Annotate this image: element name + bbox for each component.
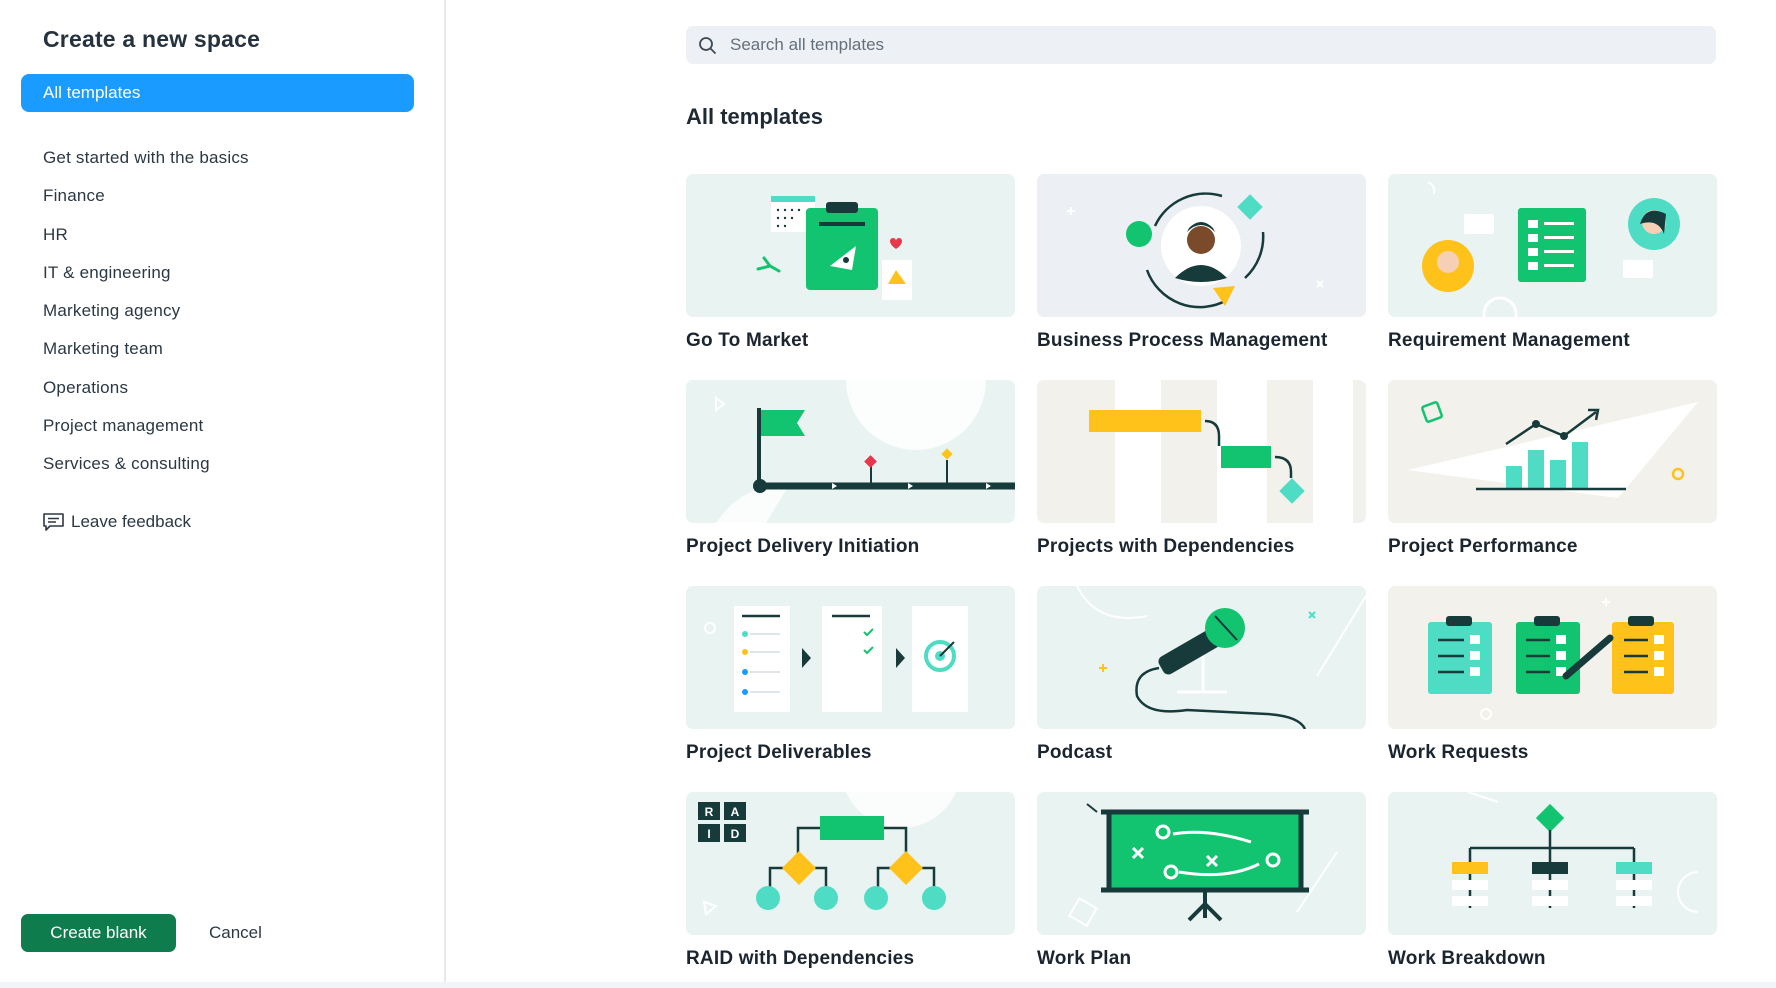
sidebar-item-project-management[interactable]: Project management [43, 416, 249, 454]
work-plan-illustration [1037, 792, 1366, 935]
template-card-projects-dependencies[interactable]: Projects with Dependencies [1037, 380, 1366, 558]
work-requests-illustration [1388, 586, 1717, 729]
sidebar-item-hr[interactable]: HR [43, 225, 249, 263]
template-title: Go To Market [686, 330, 809, 351]
raid-letter-r: R [705, 805, 714, 819]
requirement-management-illustration [1388, 174, 1717, 317]
podcast-illustration [1037, 586, 1366, 729]
sidebar-item-all-templates[interactable]: All templates [21, 74, 414, 112]
project-delivery-illustration [686, 380, 1015, 523]
template-title: Requirement Management [1388, 330, 1630, 351]
search-bar [686, 26, 1716, 64]
template-title: Project Performance [1388, 536, 1578, 557]
business-process-illustration [1037, 174, 1366, 317]
raid-letter-i: I [707, 827, 710, 841]
template-title: Work Plan [1037, 948, 1132, 969]
template-card-business-process[interactable]: Business Process Management [1037, 174, 1366, 352]
raid-dependencies-illustration: R A I D [686, 792, 1015, 935]
template-card-raid-dependencies[interactable]: R A I D RAID with Dependencies [686, 792, 1015, 970]
sidebar-item-marketing-team[interactable]: Marketing team [43, 339, 249, 377]
sidebar-item-finance[interactable]: Finance [43, 186, 249, 224]
search-icon [699, 37, 716, 54]
template-card-project-delivery[interactable]: Project Delivery Initiation [686, 380, 1015, 558]
template-card-go-to-market[interactable]: Go To Market [686, 174, 1015, 352]
template-card-work-breakdown[interactable]: Work Breakdown [1388, 792, 1717, 970]
raid-letter-d: D [731, 827, 740, 841]
leave-feedback-link[interactable]: Leave feedback [42, 512, 191, 532]
sidebar-item-operations[interactable]: Operations [43, 378, 249, 416]
template-title: Work Requests [1388, 742, 1529, 763]
project-deliverables-illustration [686, 586, 1015, 729]
template-title: Business Process Management [1037, 330, 1328, 351]
template-card-work-requests[interactable]: Work Requests [1388, 586, 1717, 764]
template-card-podcast[interactable]: Podcast [1037, 586, 1366, 764]
template-card-project-deliverables[interactable]: Project Deliverables [686, 586, 1015, 764]
template-title: Project Deliverables [686, 742, 872, 763]
template-title: Podcast [1037, 742, 1113, 763]
bottom-edge [0, 982, 1776, 988]
dialog-title: Create a new space [43, 26, 261, 52]
category-list: Get started with the basics Finance HR I… [43, 148, 249, 493]
feedback-icon [43, 513, 64, 531]
raid-letter-a: A [731, 805, 740, 819]
sidebar-item-get-started[interactable]: Get started with the basics [43, 148, 249, 186]
template-title: Projects with Dependencies [1037, 536, 1295, 557]
template-card-project-performance[interactable]: Project Performance [1388, 380, 1717, 558]
template-title: Project Delivery Initiation [686, 536, 920, 557]
sidebar-item-it-engineering[interactable]: IT & engineering [43, 263, 249, 301]
project-performance-illustration [1388, 380, 1717, 523]
template-card-work-plan[interactable]: Work Plan [1037, 792, 1366, 970]
sidebar-item-services-consulting[interactable]: Services & consulting [43, 454, 249, 492]
create-blank-button[interactable]: Create blank [21, 914, 176, 952]
sidebar-item-marketing-agency[interactable]: Marketing agency [43, 301, 249, 339]
sidebar: Create a new space All templates Get sta… [0, 0, 446, 988]
projects-dependencies-illustration [1037, 380, 1366, 523]
template-title: Work Breakdown [1388, 948, 1546, 969]
work-breakdown-illustration [1388, 792, 1717, 935]
cancel-button[interactable]: Cancel [209, 923, 262, 943]
go-to-market-illustration [686, 174, 1015, 317]
search-input[interactable] [730, 26, 1690, 64]
template-card-requirement-management[interactable]: Requirement Management [1388, 174, 1717, 352]
template-title: RAID with Dependencies [686, 948, 915, 969]
page-title: All templates [686, 104, 823, 129]
leave-feedback-label: Leave feedback [71, 512, 192, 531]
